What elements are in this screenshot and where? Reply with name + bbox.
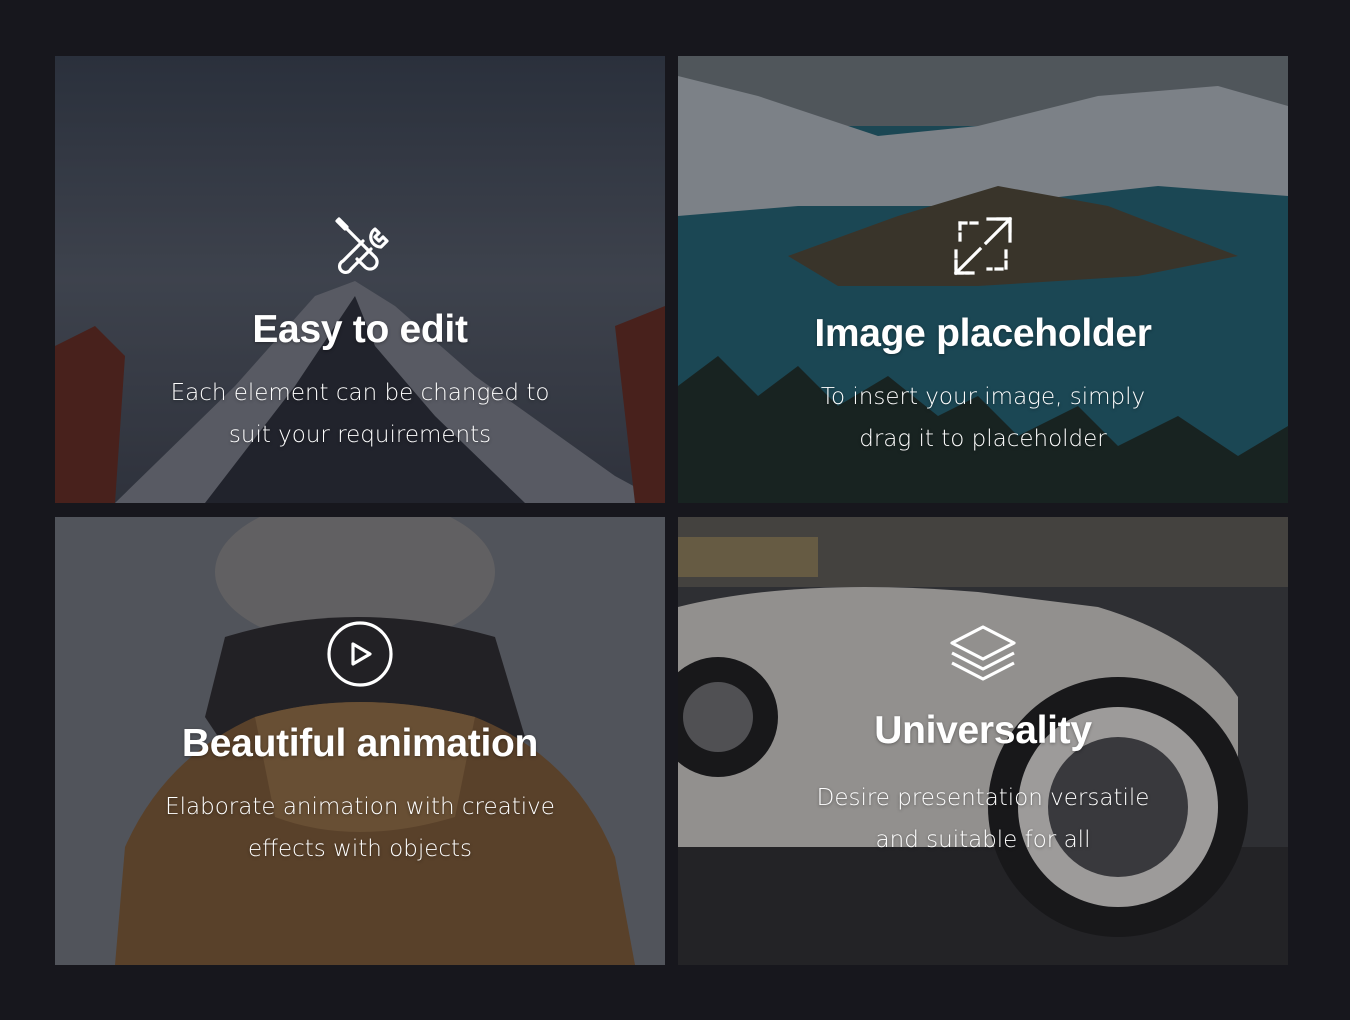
feature-content: Easy to edit Each element can be changed… <box>55 211 665 456</box>
expand-arrows-icon <box>953 216 1013 276</box>
feature-description: To insert your image, simply drag it to … <box>820 384 1146 452</box>
feature-description: Elaborate animation with creative effect… <box>165 794 555 862</box>
feature-card-beautiful-animation: Beautiful animation Elaborate animation … <box>55 517 665 965</box>
feature-content: Universality Desire presentation versati… <box>678 619 1288 861</box>
feature-description: Desire presentation versatile and suitab… <box>816 785 1150 853</box>
feature-card-image-placeholder: Image placeholder To insert your image, … <box>678 56 1288 503</box>
feature-description: Each element can be changed to suit your… <box>170 380 550 448</box>
feature-title: Universality <box>874 709 1092 752</box>
feature-card-universality: Universality Desire presentation versati… <box>678 517 1288 965</box>
feature-content: Beautiful animation Elaborate animation … <box>55 619 665 870</box>
tools-icon <box>335 217 389 274</box>
feature-card-easy-to-edit: Easy to edit Each element can be changed… <box>55 56 665 503</box>
feature-title: Easy to edit <box>252 308 468 351</box>
play-circle-icon <box>327 621 393 687</box>
feature-title: Image placeholder <box>814 312 1152 355</box>
feature-content: Image placeholder To insert your image, … <box>678 211 1288 460</box>
feature-title: Beautiful animation <box>181 722 539 765</box>
feature-grid: Easy to edit Each element can be changed… <box>55 56 1288 965</box>
layers-icon <box>950 625 1016 681</box>
